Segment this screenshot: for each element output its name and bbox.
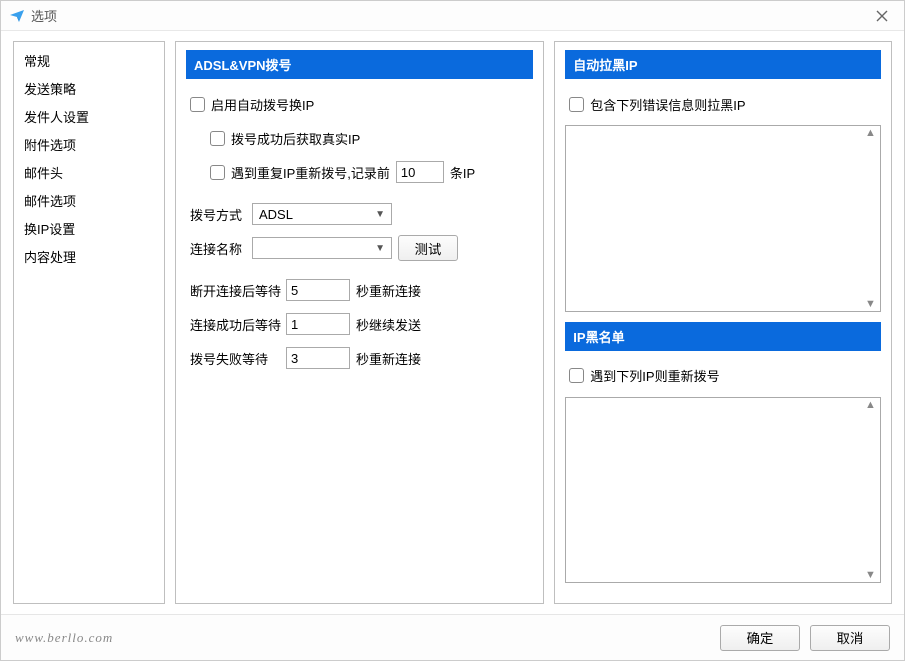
auto-block-checkbox[interactable] (569, 97, 584, 112)
dial-method-select[interactable]: ADSL ▼ (252, 203, 392, 225)
cancel-button[interactable]: 取消 (810, 625, 890, 651)
enable-auto-dial-row: 启用自动拨号换IP (186, 91, 533, 117)
get-real-ip-label: 拨号成功后获取真实IP (231, 129, 360, 148)
conn-name-select[interactable]: ▼ (252, 237, 392, 259)
right-panel: 自动拉黑IP 包含下列错误信息则拉黑IP ▲ ▼ IP黑名单 遇到下列IP则重新… (554, 41, 892, 604)
ip-blacklist-label: 遇到下列IP则重新拨号 (590, 366, 719, 385)
disconnect-wait-input[interactable] (286, 279, 350, 301)
conn-success-wait-row: 连接成功后等待 秒继续发送 (186, 311, 533, 337)
conn-success-wait-input[interactable] (286, 313, 350, 335)
disconnect-wait-label: 断开连接后等待 (190, 281, 280, 300)
auto-block-check-row: 包含下列错误信息则拉黑IP (565, 91, 881, 117)
adsl-panel: ADSL&VPN拨号 启用自动拨号换IP 拨号成功后获取真实IP 遇到重复IP重… (175, 41, 544, 604)
conn-name-label: 连接名称 (190, 239, 246, 258)
auto-block-textarea-wrap: ▲ ▼ (565, 125, 881, 312)
conn-name-row: 连接名称 ▼ 测试 (186, 235, 533, 261)
test-button[interactable]: 测试 (398, 235, 458, 261)
main-area: ADSL&VPN拨号 启用自动拨号换IP 拨号成功后获取真实IP 遇到重复IP重… (175, 41, 892, 604)
adsl-header: ADSL&VPN拨号 (186, 50, 533, 79)
auto-block-textarea[interactable] (565, 125, 881, 312)
auto-block-label: 包含下列错误信息则拉黑IP (590, 95, 745, 114)
window-title: 选项 (31, 6, 868, 25)
dial-fail-wait-suffix: 秒重新连接 (356, 349, 421, 368)
titlebar: 选项 (1, 1, 904, 31)
get-real-ip-row: 拨号成功后获取真实IP (186, 125, 533, 151)
conn-success-wait-label: 连接成功后等待 (190, 315, 280, 334)
dup-ip-input[interactable] (396, 161, 444, 183)
dial-method-label: 拨号方式 (190, 205, 246, 224)
dialog-footer: www.berllo.com 确定 取消 (1, 614, 904, 660)
footer-link[interactable]: www.berllo.com (15, 630, 710, 646)
dial-fail-wait-input[interactable] (286, 347, 350, 369)
enable-auto-dial-label: 启用自动拨号换IP (211, 95, 314, 114)
get-real-ip-checkbox[interactable] (210, 131, 225, 146)
ip-blacklist-checkbox[interactable] (569, 368, 584, 383)
ok-button[interactable]: 确定 (720, 625, 800, 651)
dial-fail-wait-row: 拨号失败等待 秒重新连接 (186, 345, 533, 371)
dial-fail-wait-label: 拨号失败等待 (190, 349, 280, 368)
chevron-down-icon: ▼ (375, 243, 385, 254)
sidebar: 常规 发送策略 发件人设置 附件选项 邮件头 邮件选项 换IP设置 内容处理 (13, 41, 165, 604)
disconnect-wait-suffix: 秒重新连接 (356, 281, 421, 300)
sidebar-item-content-processing[interactable]: 内容处理 (14, 244, 164, 272)
dial-method-value: ADSL (259, 207, 293, 222)
sidebar-item-sender-settings[interactable]: 发件人设置 (14, 104, 164, 132)
sidebar-item-ip-settings[interactable]: 换IP设置 (14, 216, 164, 244)
auto-block-header: 自动拉黑IP (565, 50, 881, 79)
sidebar-item-attachment-options[interactable]: 附件选项 (14, 132, 164, 160)
close-icon[interactable] (868, 2, 896, 30)
conn-success-wait-suffix: 秒继续发送 (356, 315, 421, 334)
enable-auto-dial-checkbox[interactable] (190, 97, 205, 112)
sidebar-item-send-strategy[interactable]: 发送策略 (14, 76, 164, 104)
sidebar-item-mail-options[interactable]: 邮件选项 (14, 188, 164, 216)
ip-blacklist-textarea[interactable] (565, 397, 881, 584)
ip-blacklist-header: IP黑名单 (565, 322, 881, 351)
dialog-body: 常规 发送策略 发件人设置 附件选项 邮件头 邮件选项 换IP设置 内容处理 A… (1, 31, 904, 614)
ip-blacklist-check-row: 遇到下列IP则重新拨号 (565, 363, 881, 389)
dial-method-row: 拨号方式 ADSL ▼ (186, 201, 533, 227)
chevron-down-icon: ▼ (375, 209, 385, 220)
dup-ip-checkbox[interactable] (210, 165, 225, 180)
options-window: 选项 常规 发送策略 发件人设置 附件选项 邮件头 邮件选项 换IP设置 内容处… (0, 0, 905, 661)
app-icon (9, 8, 25, 24)
disconnect-wait-row: 断开连接后等待 秒重新连接 (186, 277, 533, 303)
sidebar-item-mail-header[interactable]: 邮件头 (14, 160, 164, 188)
dup-ip-row: 遇到重复IP重新拨号,记录前 条IP (186, 159, 533, 185)
ip-blacklist-textarea-wrap: ▲ ▼ (565, 397, 881, 584)
dup-ip-prefix-label: 遇到重复IP重新拨号,记录前 (231, 163, 390, 182)
sidebar-item-general[interactable]: 常规 (14, 48, 164, 76)
dup-ip-suffix-label: 条IP (450, 163, 475, 182)
